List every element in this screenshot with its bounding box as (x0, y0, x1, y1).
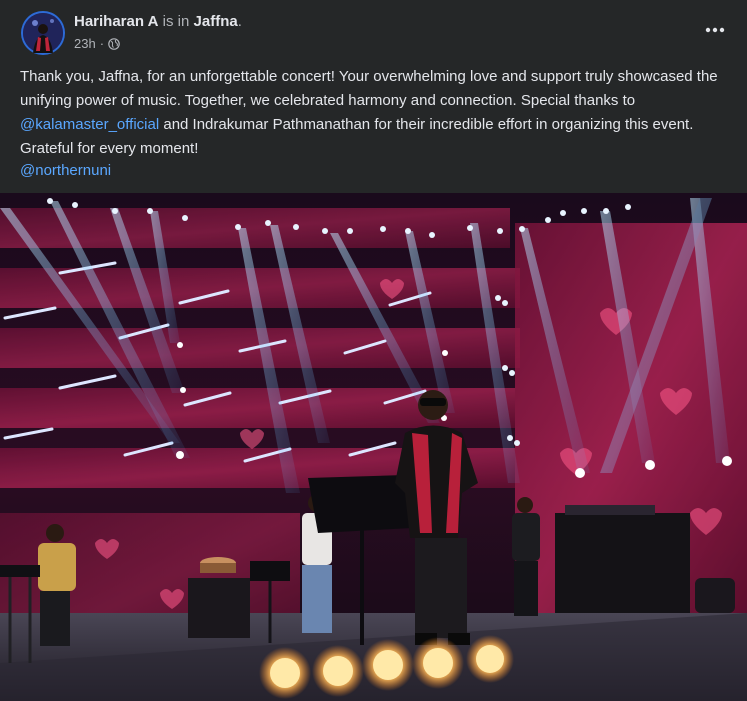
post-caption: Thank you, Jaffna, for an unforgettable … (20, 65, 720, 161)
caption-text-1: Thank you, Jaffna, for an unforgettable … (20, 68, 718, 109)
post-header: Hariharan A is in Jaffna. 23h · (0, 0, 747, 62)
post-timestamp[interactable]: 23h (74, 36, 96, 51)
meta-separator: · (99, 36, 105, 51)
more-options-button[interactable] (701, 16, 729, 44)
author-avatar[interactable] (21, 11, 65, 55)
mention-kalamaster-link[interactable]: @kalamaster_official (20, 116, 159, 133)
mention-northernuni-link[interactable]: @northernuni (20, 161, 111, 181)
globe-icon[interactable] (108, 37, 120, 50)
post-photo[interactable] (0, 193, 747, 701)
is-in-text: is in (162, 13, 190, 30)
author-name[interactable]: Hariharan A (74, 13, 158, 30)
concert-stage-image (0, 193, 747, 701)
location-period: . (237, 13, 242, 30)
more-horizontal-icon (705, 27, 725, 33)
author-line: Hariharan A is in Jaffna. (74, 13, 242, 31)
location-link[interactable]: Jaffna (194, 13, 238, 30)
post-meta: 23h · (74, 36, 120, 51)
